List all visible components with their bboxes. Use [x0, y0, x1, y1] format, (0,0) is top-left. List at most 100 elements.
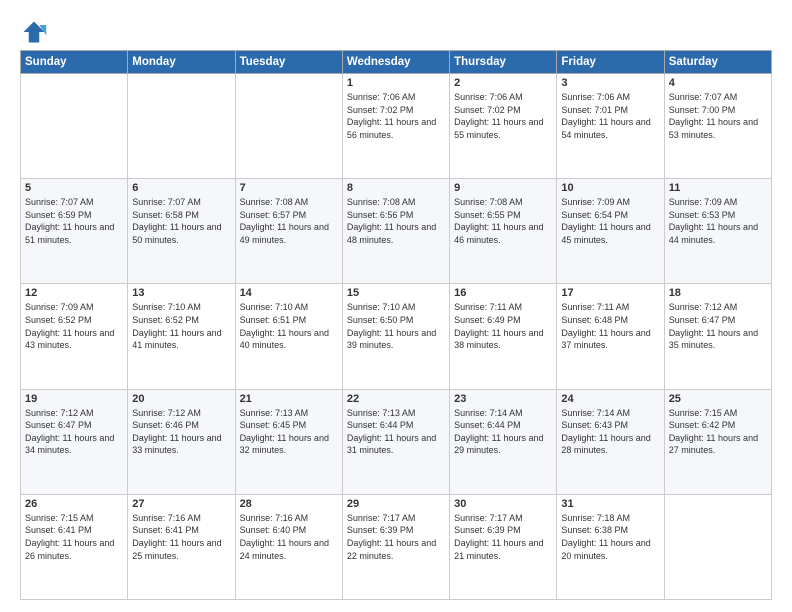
day-info: Sunrise: 7:16 AM Sunset: 6:40 PM Dayligh… — [240, 512, 338, 562]
day-info: Sunrise: 7:13 AM Sunset: 6:44 PM Dayligh… — [347, 407, 445, 457]
calendar-cell: 22 Sunrise: 7:13 AM Sunset: 6:44 PM Dayli… — [342, 389, 449, 494]
day-number: 12 — [25, 287, 123, 299]
day-info: Sunrise: 7:10 AM Sunset: 6:50 PM Dayligh… — [347, 301, 445, 351]
day-info: Sunrise: 7:18 AM Sunset: 6:38 PM Dayligh… — [561, 512, 659, 562]
day-of-week-header: Thursday — [450, 51, 557, 74]
day-of-week-header: Saturday — [664, 51, 771, 74]
day-info: Sunrise: 7:07 AM Sunset: 6:58 PM Dayligh… — [132, 196, 230, 246]
page: SundayMondayTuesdayWednesdayThursdayFrid… — [0, 0, 792, 612]
calendar-cell: 29 Sunrise: 7:17 AM Sunset: 6:39 PM Dayli… — [342, 494, 449, 599]
day-number: 30 — [454, 498, 552, 510]
calendar-cell: 17 Sunrise: 7:11 AM Sunset: 6:48 PM Dayli… — [557, 284, 664, 389]
day-number: 4 — [669, 77, 767, 89]
calendar-cell — [664, 494, 771, 599]
day-number: 28 — [240, 498, 338, 510]
day-info: Sunrise: 7:14 AM Sunset: 6:43 PM Dayligh… — [561, 407, 659, 457]
day-of-week-header: Sunday — [21, 51, 128, 74]
day-number: 3 — [561, 77, 659, 89]
day-number: 16 — [454, 287, 552, 299]
day-info: Sunrise: 7:11 AM Sunset: 6:48 PM Dayligh… — [561, 301, 659, 351]
calendar-cell: 23 Sunrise: 7:14 AM Sunset: 6:44 PM Dayli… — [450, 389, 557, 494]
day-number: 18 — [669, 287, 767, 299]
day-info: Sunrise: 7:06 AM Sunset: 7:02 PM Dayligh… — [347, 91, 445, 141]
calendar-cell: 3 Sunrise: 7:06 AM Sunset: 7:01 PM Daylig… — [557, 74, 664, 179]
calendar-cell: 10 Sunrise: 7:09 AM Sunset: 6:54 PM Dayli… — [557, 179, 664, 284]
day-info: Sunrise: 7:12 AM Sunset: 6:46 PM Dayligh… — [132, 407, 230, 457]
day-info: Sunrise: 7:15 AM Sunset: 6:41 PM Dayligh… — [25, 512, 123, 562]
day-info: Sunrise: 7:17 AM Sunset: 6:39 PM Dayligh… — [347, 512, 445, 562]
day-of-week-header: Friday — [557, 51, 664, 74]
calendar-body: 1 Sunrise: 7:06 AM Sunset: 7:02 PM Daylig… — [21, 74, 772, 600]
day-info: Sunrise: 7:09 AM Sunset: 6:53 PM Dayligh… — [669, 196, 767, 246]
day-number: 26 — [25, 498, 123, 510]
day-info: Sunrise: 7:12 AM Sunset: 6:47 PM Dayligh… — [25, 407, 123, 457]
day-info: Sunrise: 7:08 AM Sunset: 6:55 PM Dayligh… — [454, 196, 552, 246]
calendar-cell: 28 Sunrise: 7:16 AM Sunset: 6:40 PM Dayli… — [235, 494, 342, 599]
day-number: 14 — [240, 287, 338, 299]
day-info: Sunrise: 7:11 AM Sunset: 6:49 PM Dayligh… — [454, 301, 552, 351]
day-info: Sunrise: 7:10 AM Sunset: 6:52 PM Dayligh… — [132, 301, 230, 351]
calendar-cell: 11Sunrise: 7:09 AM Sunset: 6:53 PM Dayli… — [664, 179, 771, 284]
calendar-table: SundayMondayTuesdayWednesdayThursdayFrid… — [20, 50, 772, 600]
calendar-cell: 2Sunrise: 7:06 AM Sunset: 7:02 PM Daylig… — [450, 74, 557, 179]
calendar-cell: 12Sunrise: 7:09 AM Sunset: 6:52 PM Dayli… — [21, 284, 128, 389]
calendar-cell: 1 Sunrise: 7:06 AM Sunset: 7:02 PM Daylig… — [342, 74, 449, 179]
day-info: Sunrise: 7:06 AM Sunset: 7:01 PM Dayligh… — [561, 91, 659, 141]
day-number: 1 — [347, 77, 445, 89]
day-number: 10 — [561, 182, 659, 194]
calendar-week-row: 19Sunrise: 7:12 AM Sunset: 6:47 PM Dayli… — [21, 389, 772, 494]
logo-icon — [20, 18, 48, 46]
day-info: Sunrise: 7:07 AM Sunset: 7:00 PM Dayligh… — [669, 91, 767, 141]
calendar-week-row: 12Sunrise: 7:09 AM Sunset: 6:52 PM Dayli… — [21, 284, 772, 389]
day-info: Sunrise: 7:08 AM Sunset: 6:57 PM Dayligh… — [240, 196, 338, 246]
day-number: 25 — [669, 393, 767, 405]
calendar-week-row: 26 Sunrise: 7:15 AM Sunset: 6:41 PM Dayli… — [21, 494, 772, 599]
calendar-cell: 26 Sunrise: 7:15 AM Sunset: 6:41 PM Dayli… — [21, 494, 128, 599]
calendar-cell: 4 Sunrise: 7:07 AM Sunset: 7:00 PM Daylig… — [664, 74, 771, 179]
day-info: Sunrise: 7:07 AM Sunset: 6:59 PM Dayligh… — [25, 196, 123, 246]
day-number: 9 — [454, 182, 552, 194]
day-number: 23 — [454, 393, 552, 405]
day-info: Sunrise: 7:14 AM Sunset: 6:44 PM Dayligh… — [454, 407, 552, 457]
calendar-cell: 21Sunrise: 7:13 AM Sunset: 6:45 PM Dayli… — [235, 389, 342, 494]
calendar-cell — [235, 74, 342, 179]
calendar-cell: 18Sunrise: 7:12 AM Sunset: 6:47 PM Dayli… — [664, 284, 771, 389]
calendar-cell: 8Sunrise: 7:08 AM Sunset: 6:56 PM Daylig… — [342, 179, 449, 284]
calendar-cell — [21, 74, 128, 179]
calendar-cell: 14Sunrise: 7:10 AM Sunset: 6:51 PM Dayli… — [235, 284, 342, 389]
day-number: 20 — [132, 393, 230, 405]
day-number: 6 — [132, 182, 230, 194]
day-number: 15 — [347, 287, 445, 299]
day-number: 24 — [561, 393, 659, 405]
day-info: Sunrise: 7:06 AM Sunset: 7:02 PM Dayligh… — [454, 91, 552, 141]
day-number: 8 — [347, 182, 445, 194]
day-info: Sunrise: 7:16 AM Sunset: 6:41 PM Dayligh… — [132, 512, 230, 562]
calendar-cell: 31 Sunrise: 7:18 AM Sunset: 6:38 PM Dayli… — [557, 494, 664, 599]
day-info: Sunrise: 7:13 AM Sunset: 6:45 PM Dayligh… — [240, 407, 338, 457]
day-of-week-header: Monday — [128, 51, 235, 74]
calendar-cell: 15 Sunrise: 7:10 AM Sunset: 6:50 PM Dayli… — [342, 284, 449, 389]
calendar-cell: 20 Sunrise: 7:12 AM Sunset: 6:46 PM Dayli… — [128, 389, 235, 494]
day-number: 31 — [561, 498, 659, 510]
calendar-cell: 6 Sunrise: 7:07 AM Sunset: 6:58 PM Daylig… — [128, 179, 235, 284]
day-number: 17 — [561, 287, 659, 299]
day-info: Sunrise: 7:15 AM Sunset: 6:42 PM Dayligh… — [669, 407, 767, 457]
day-number: 13 — [132, 287, 230, 299]
day-number: 27 — [132, 498, 230, 510]
day-number: 22 — [347, 393, 445, 405]
day-number: 7 — [240, 182, 338, 194]
calendar-week-row: 1 Sunrise: 7:06 AM Sunset: 7:02 PM Daylig… — [21, 74, 772, 179]
calendar-cell: 25 Sunrise: 7:15 AM Sunset: 6:42 PM Dayli… — [664, 389, 771, 494]
calendar-header-row: SundayMondayTuesdayWednesdayThursdayFrid… — [21, 51, 772, 74]
calendar-cell — [128, 74, 235, 179]
calendar-cell: 9 Sunrise: 7:08 AM Sunset: 6:55 PM Daylig… — [450, 179, 557, 284]
logo — [20, 18, 52, 46]
header — [20, 18, 772, 46]
day-info: Sunrise: 7:09 AM Sunset: 6:54 PM Dayligh… — [561, 196, 659, 246]
day-number: 29 — [347, 498, 445, 510]
calendar-cell: 7 Sunrise: 7:08 AM Sunset: 6:57 PM Daylig… — [235, 179, 342, 284]
calendar-week-row: 5Sunrise: 7:07 AM Sunset: 6:59 PM Daylig… — [21, 179, 772, 284]
calendar-cell: 24 Sunrise: 7:14 AM Sunset: 6:43 PM Dayli… — [557, 389, 664, 494]
calendar-cell: 16 Sunrise: 7:11 AM Sunset: 6:49 PM Dayli… — [450, 284, 557, 389]
calendar-cell: 19Sunrise: 7:12 AM Sunset: 6:47 PM Dayli… — [21, 389, 128, 494]
